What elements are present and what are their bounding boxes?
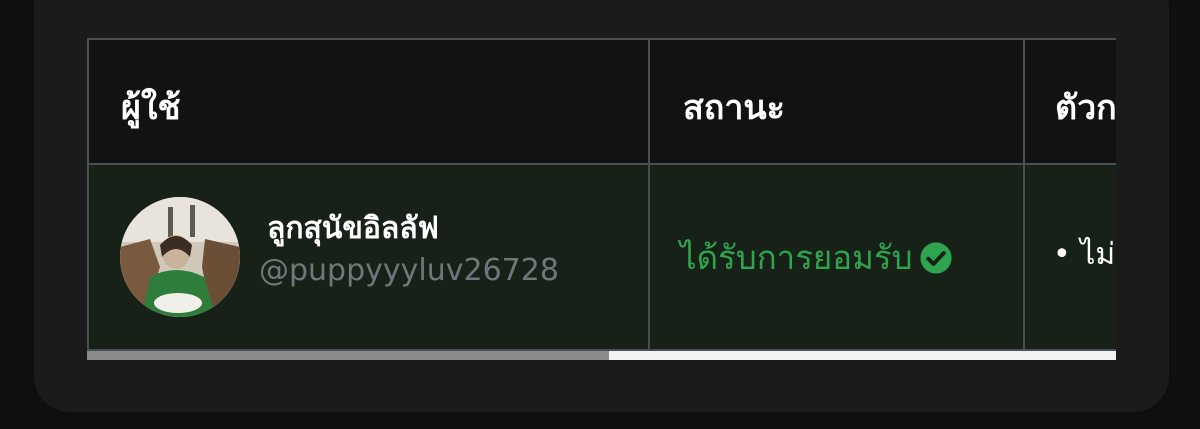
header-user: ผู้ใช้ [87,38,650,165]
horizontal-scrollbar[interactable] [87,351,1116,360]
user-status-table: ผู้ใช้ สถานะ ตัวก ลูกสุนัขอิลลัฟ @puppyy… [87,38,1116,351]
status-badge: ได้รับการยอมรับ [680,231,953,284]
check-circle-icon [919,241,952,274]
rule-list-item: • ไม่ [1053,237,1116,272]
avatar[interactable] [120,197,240,317]
status-label: ได้รับการยอมรับ [680,238,913,277]
table-row-user-cell[interactable]: ลูกสุนัขอิลลัฟ @puppyyyluv26728 [87,163,650,351]
table-scroll-container[interactable]: ผู้ใช้ สถานะ ตัวก ลูกสุนัขอิลลัฟ @puppyy… [87,38,1116,364]
table-row-status-cell: ได้รับการยอมรับ [648,163,1025,351]
user-display-name[interactable]: ลูกสุนัขอิลลัฟ [267,205,439,252]
header-third: ตัวก [1023,38,1116,165]
header-third-label: ตัวก [1055,88,1116,128]
header-status: สถานะ [648,38,1025,165]
header-status-label: สถานะ [683,88,785,128]
header-user-label: ผู้ใช้ [121,88,181,128]
horizontal-scroll-thumb[interactable] [87,351,609,360]
table-row-third-cell: • ไม่ [1023,163,1116,351]
avatar-photo [120,197,240,317]
user-handle: @puppyyyluv26728 [259,253,559,288]
